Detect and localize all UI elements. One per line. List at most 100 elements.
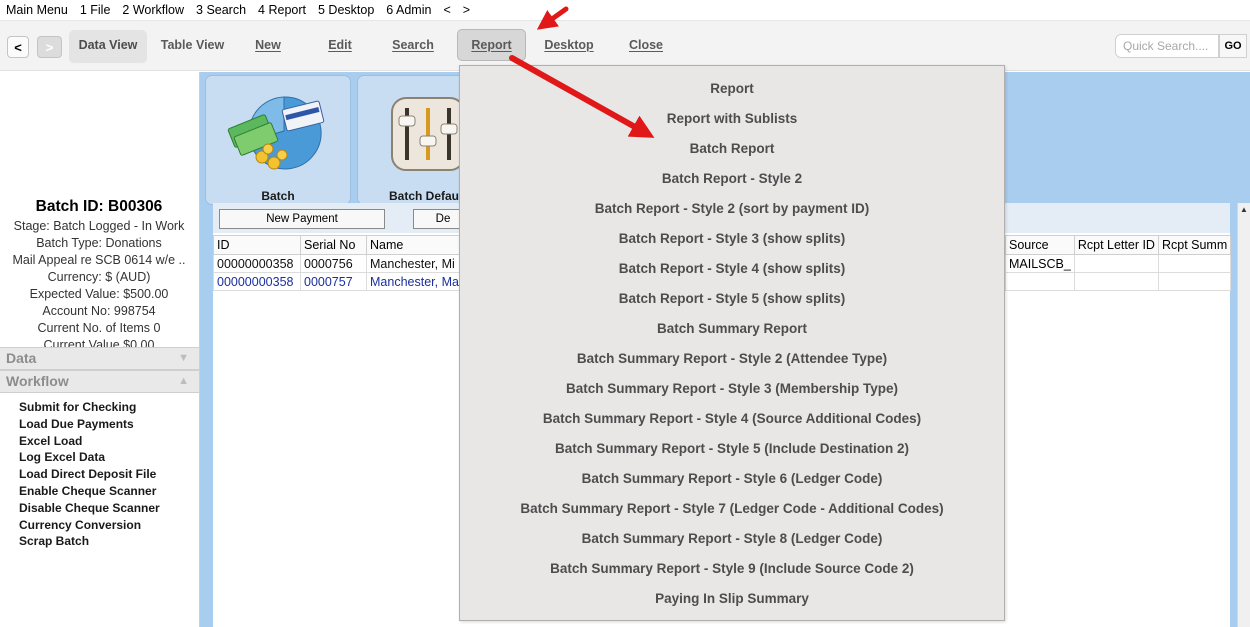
forward-button[interactable]: > <box>37 36 62 58</box>
payments-table-right-columns: Source Rcpt Letter ID Rcpt Summ MAILSCB_ <box>1005 235 1232 291</box>
report-menu-item[interactable]: Batch Report - Style 3 (show splits) <box>460 224 1004 254</box>
menu-main[interactable]: Main Menu <box>0 0 74 21</box>
workflow-load-direct-deposit-file[interactable]: Load Direct Deposit File <box>19 466 160 483</box>
report-menu-item[interactable]: Batch Summary Report - Style 9 (Include … <box>460 554 1004 584</box>
cell-source[interactable]: MAILSCB_ <box>1005 254 1075 273</box>
menu-report[interactable]: 4 Report <box>252 0 312 21</box>
search-button[interactable]: Search <box>384 30 442 63</box>
payments-table: ID Serial No Name 00000000358 0000756 Ma… <box>213 235 463 291</box>
report-menu-item[interactable]: Batch Summary Report - Style 5 (Include … <box>460 434 1004 464</box>
data-section-label: Data <box>6 350 37 366</box>
chevron-down-icon[interactable]: ▼ <box>178 348 189 369</box>
batch-type: Batch Type: Donations <box>36 236 162 250</box>
close-button[interactable]: Close <box>620 30 672 63</box>
desktop-button[interactable]: Desktop <box>536 30 602 63</box>
batch-expected-value: Expected Value: $500.00 <box>29 287 169 301</box>
menu-scroll-left[interactable]: < <box>437 0 456 21</box>
col-header-name[interactable]: Name <box>366 235 463 255</box>
left-panel: Batch ID: B00306 Stage: Batch Logged - I… <box>0 72 200 627</box>
menu-bar: Main Menu 1 File 2 Workflow 3 Search 4 R… <box>0 0 1250 21</box>
back-button[interactable]: < <box>7 36 29 58</box>
cell-rcpt-letter-id[interactable] <box>1073 272 1159 291</box>
col-header-rcpt-letter-id[interactable]: Rcpt Letter ID <box>1073 235 1159 255</box>
menu-file[interactable]: 1 File <box>74 0 117 21</box>
batch-info: Batch ID: B00306 Stage: Batch Logged - I… <box>0 196 198 348</box>
report-menu-item[interactable]: Paying In Slip Summary <box>460 584 1004 614</box>
workflow-section-label: Workflow <box>6 373 69 389</box>
cell-source[interactable] <box>1005 272 1075 291</box>
scroll-up-icon[interactable]: ▲ <box>1238 203 1250 217</box>
cell-serial-no[interactable]: 0000756 <box>300 254 367 273</box>
batch-id: Batch ID: B00306 <box>35 198 163 215</box>
report-button[interactable]: Report <box>457 29 526 61</box>
report-menu-item[interactable]: Report <box>460 74 1004 104</box>
table-header-row: ID Serial No Name <box>213 235 463 255</box>
workflow-section-header[interactable]: Workflow ▲ <box>0 370 199 393</box>
money-pie-icon <box>227 96 325 170</box>
workflow-list: Submit for Checking Load Due Payments Ex… <box>19 399 160 550</box>
go-button[interactable]: GO <box>1219 34 1247 58</box>
report-dropdown-menu: Report Report with Sublists Batch Report… <box>459 65 1005 621</box>
menu-scroll-right[interactable]: > <box>457 0 476 21</box>
table-row[interactable] <box>1005 272 1232 291</box>
mixer-sliders-icon <box>391 97 465 171</box>
report-menu-item[interactable]: Batch Summary Report - Style 4 (Source A… <box>460 404 1004 434</box>
report-menu-item[interactable]: Batch Report - Style 4 (show splits) <box>460 254 1004 284</box>
data-section-header[interactable]: Data ▼ <box>0 347 199 370</box>
menu-workflow[interactable]: 2 Workflow <box>116 0 190 21</box>
toolbar: < > Data View Table View New Edit Search… <box>0 21 1250 71</box>
report-menu-item[interactable]: Batch Summary Report <box>460 314 1004 344</box>
table-header-row: Source Rcpt Letter ID Rcpt Summ <box>1005 235 1232 255</box>
workflow-enable-cheque-scanner[interactable]: Enable Cheque Scanner <box>19 483 160 500</box>
workflow-log-excel-data[interactable]: Log Excel Data <box>19 449 160 466</box>
report-menu-item[interactable]: Batch Summary Report - Style 7 (Ledger C… <box>460 494 1004 524</box>
workflow-currency-conversion[interactable]: Currency Conversion <box>19 517 160 534</box>
cell-serial-no[interactable]: 0000757 <box>300 272 367 291</box>
table-row[interactable]: 00000000358 0000756 Manchester, Mi <box>213 254 463 273</box>
col-header-serial-no[interactable]: Serial No <box>300 235 367 255</box>
batch-currency: Currency: $ (AUD) <box>47 270 151 284</box>
report-menu-item[interactable]: Batch Report - Style 5 (show splits) <box>460 284 1004 314</box>
cell-id[interactable]: 00000000358 <box>213 272 301 291</box>
cell-id[interactable]: 00000000358 <box>213 254 301 273</box>
workflow-scrap-batch[interactable]: Scrap Batch <box>19 533 160 550</box>
report-menu-item[interactable]: Batch Report - Style 2 (sort by payment … <box>460 194 1004 224</box>
batch-account-no: Account No: 998754 <box>42 304 156 318</box>
report-menu-item[interactable]: Batch Report - Style 2 <box>460 164 1004 194</box>
menu-search[interactable]: 3 Search <box>190 0 252 21</box>
workflow-disable-cheque-scanner[interactable]: Disable Cheque Scanner <box>19 500 160 517</box>
report-menu-item[interactable]: Batch Summary Report - Style 6 (Ledger C… <box>460 464 1004 494</box>
workflow-load-due-payments[interactable]: Load Due Payments <box>19 416 160 433</box>
col-header-id[interactable]: ID <box>213 235 301 255</box>
new-payment-button[interactable]: New Payment <box>219 209 385 229</box>
menu-admin[interactable]: 6 Admin <box>380 0 437 21</box>
quick-search-input[interactable] <box>1115 34 1219 58</box>
col-header-source[interactable]: Source <box>1005 235 1075 255</box>
table-row[interactable]: 00000000358 0000757 Manchester, Ma <box>213 272 463 291</box>
cell-rcpt-letter-id[interactable] <box>1073 254 1159 273</box>
edit-button[interactable]: Edit <box>320 30 360 63</box>
col-header-rcpt-summ[interactable]: Rcpt Summ <box>1157 235 1232 255</box>
cell-rcpt-summ[interactable] <box>1157 254 1232 273</box>
report-menu-item[interactable]: Report with Sublists <box>460 104 1004 134</box>
workflow-excel-load[interactable]: Excel Load <box>19 433 160 450</box>
report-menu-item[interactable]: Batch Summary Report - Style 2 (Attendee… <box>460 344 1004 374</box>
table-row[interactable]: MAILSCB_ <box>1005 254 1232 273</box>
cell-rcpt-summ[interactable] <box>1157 272 1232 291</box>
report-menu-item[interactable]: Batch Report <box>460 134 1004 164</box>
report-menu-item[interactable]: Batch Summary Report - Style 3 (Membersh… <box>460 374 1004 404</box>
workflow-submit-for-checking[interactable]: Submit for Checking <box>19 399 160 416</box>
new-button[interactable]: New <box>248 30 288 63</box>
batch-stage: Stage: Batch Logged - In Work <box>13 219 185 233</box>
report-menu-item[interactable]: Batch Summary Report - Style 8 (Ledger C… <box>460 524 1004 554</box>
table-view-button[interactable]: Table View <box>155 30 230 63</box>
batch-item-count: Current No. of Items 0 <box>37 321 161 335</box>
batch-tile[interactable]: Batch <box>205 75 351 205</box>
vertical-scrollbar[interactable]: ▲ <box>1237 203 1250 627</box>
chevron-up-icon[interactable]: ▲ <box>178 371 189 392</box>
cell-name[interactable]: Manchester, Ma <box>366 272 463 291</box>
cell-name[interactable]: Manchester, Mi <box>366 254 463 273</box>
batch-description: Mail Appeal re SCB 0614 w/e .. <box>12 253 186 267</box>
menu-desktop[interactable]: 5 Desktop <box>312 0 380 21</box>
data-view-button[interactable]: Data View <box>69 30 147 63</box>
